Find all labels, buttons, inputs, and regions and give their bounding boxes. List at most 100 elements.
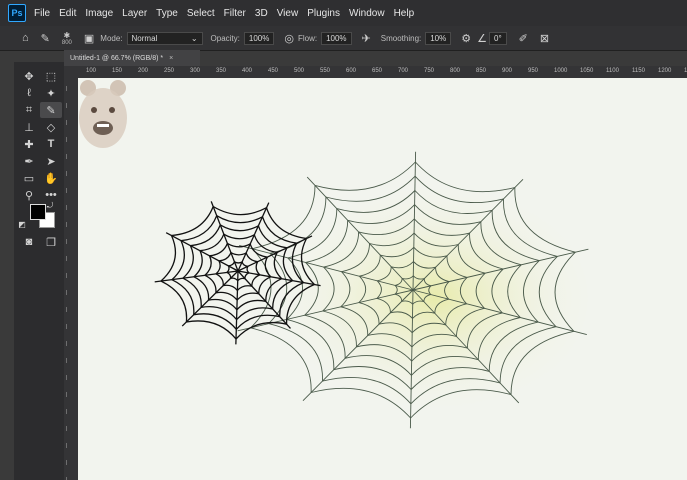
document-canvas[interactable] [78, 78, 687, 480]
close-icon[interactable]: × [169, 55, 173, 62]
brush-tool-preset-icon[interactable]: ✎ [41, 32, 50, 45]
opacity-field[interactable]: 100% [243, 31, 275, 45]
pressure-opacity-icon[interactable]: ◎ [284, 32, 294, 45]
brush-size-preview[interactable]: ✱ 800 [62, 31, 72, 46]
menu-help[interactable]: Help [394, 8, 415, 19]
eraser-tool-icon[interactable]: ◇ [40, 119, 62, 135]
ruler-label: 150 [112, 68, 123, 74]
ruler-tick: | [66, 171, 68, 177]
document-title: Untitled-1 @ 66.7% (RGB/8) * [70, 54, 164, 62]
menu-select[interactable]: Select [187, 8, 215, 19]
angle-icon: ∠ [477, 32, 487, 45]
lasso-tool-icon[interactable]: ℓ [18, 85, 40, 101]
angle-field[interactable]: 0° [489, 31, 507, 45]
gear-icon[interactable]: ⚙ [461, 32, 471, 45]
mode-value: Normal [131, 33, 158, 43]
menu-3d[interactable]: 3D [255, 8, 268, 19]
screen-mode-icon[interactable]: ❐ [40, 234, 62, 250]
ruler-tick: | [66, 443, 68, 449]
ruler-label: 200 [138, 68, 149, 74]
ruler-tick: | [66, 307, 68, 313]
tools-panel: ✥ ⬚ ℓ ✦ ⌗ ✎ ⊥ ◇ ✚ T ✒ ➤ ▭ ✋ ⚲ ••• ◩ ⤾ ◙ … [14, 62, 65, 480]
opacity-label: Opacity: [210, 33, 240, 43]
ruler-label: 800 [450, 68, 461, 74]
marquee-tool-icon[interactable]: ⬚ [40, 68, 62, 84]
ruler-label: 950 [528, 68, 539, 74]
hand-tool-icon[interactable]: ✋ [40, 170, 62, 186]
web-spoke [235, 270, 239, 345]
document-tab[interactable]: Untitled-1 @ 66.7% (RGB/8) * × [64, 50, 200, 66]
menu-edit[interactable]: Edit [59, 8, 76, 19]
ruler-tick: | [66, 392, 68, 398]
rectangle-tool-icon[interactable]: ▭ [18, 170, 40, 186]
ruler-label: 350 [216, 68, 227, 74]
ruler-label: 650 [372, 68, 383, 74]
ruler-label: 900 [502, 68, 513, 74]
home-icon[interactable]: ⌂ [22, 32, 29, 44]
pressure-size-icon[interactable]: ✐ [519, 32, 528, 45]
menu-file[interactable]: File [34, 8, 50, 19]
airbrush-icon[interactable]: ✈ [362, 32, 371, 45]
brush-size-value: 800 [61, 39, 72, 46]
menu-plugins[interactable]: Plugins [307, 8, 340, 19]
ruler-label: 1050 [580, 68, 594, 74]
flow-label: Flow: [297, 33, 318, 43]
crop-tool-icon[interactable]: ⌗ [18, 102, 40, 118]
ruler-tick: | [66, 137, 68, 143]
magic-wand-tool-icon[interactable]: ✦ [40, 85, 62, 101]
ruler-label: 550 [320, 68, 331, 74]
options-bar: ⌂ ✎ ✱ 800 ▣ Mode: Normal ⌄ Opacity: 100%… [0, 26, 687, 51]
ruler-tick: | [66, 188, 68, 194]
brush-settings-icon[interactable]: ▣ [84, 32, 94, 45]
flow-field[interactable]: 100% [321, 31, 352, 45]
brush-tip-icon: ✱ [63, 30, 71, 40]
move-tool-icon[interactable]: ✥ [18, 68, 40, 84]
pen-tool-icon[interactable]: ✒ [18, 153, 40, 169]
ruler-label: 250 [164, 68, 175, 74]
ruler-tick: | [66, 256, 68, 262]
stamp-tool-icon[interactable]: ⊥ [18, 119, 40, 135]
ruler-tick: | [66, 358, 68, 364]
menu-bar: Ps File Edit Image Layer Type Select Fil… [0, 0, 687, 26]
photoshop-logo[interactable]: Ps [8, 4, 26, 22]
ruler-label: 1000 [554, 68, 568, 74]
ruler-tick: | [66, 222, 68, 228]
ruler-label: 600 [346, 68, 357, 74]
ruler-tick: | [66, 375, 68, 381]
ruler-tick: | [66, 341, 68, 347]
photoshop-window: Ps File Edit Image Layer Type Select Fil… [0, 0, 687, 480]
heal-tool-icon[interactable]: ✚ [18, 136, 40, 152]
menu-view[interactable]: View [277, 8, 299, 19]
ruler-label: 500 [294, 68, 305, 74]
ruler-tick: | [66, 273, 68, 279]
mode-dropdown[interactable]: Normal ⌄ [126, 31, 203, 45]
ruler-tick: | [66, 290, 68, 296]
zoom-tool-icon[interactable]: ⚲ [18, 187, 40, 203]
chevron-down-icon: ⌄ [190, 33, 198, 43]
quick-mask-icon[interactable]: ◙ [18, 234, 40, 250]
swap-colors-icon[interactable]: ⤾ [44, 198, 56, 214]
smoothing-field[interactable]: 10% [425, 31, 452, 45]
path-selection-tool-icon[interactable]: ➤ [40, 153, 62, 169]
type-tool-icon[interactable]: T [40, 136, 62, 152]
mode-label: Mode: [100, 33, 123, 43]
brush-tool-icon[interactable]: ✎ [40, 102, 62, 118]
menu-type[interactable]: Type [156, 8, 178, 19]
menu-image[interactable]: Image [85, 8, 113, 19]
ruler-label: 1100 [606, 68, 619, 74]
ruler-tick: | [66, 103, 68, 109]
symmetry-icon[interactable]: ⊠ [540, 32, 549, 45]
menu-filter[interactable]: Filter [224, 8, 246, 19]
vertical-ruler[interactable]: | | | | | | | | | | | | | | | | | | | | | | | | [64, 78, 79, 480]
ruler-label: 100 [86, 68, 97, 74]
ruler-tick: | [66, 324, 68, 330]
ruler-tick: | [66, 460, 68, 466]
ruler-tick: | [66, 154, 68, 160]
menu-layer[interactable]: Layer [122, 8, 147, 19]
ruler-label: 300 [190, 68, 201, 74]
default-colors-icon[interactable]: ◩ [16, 216, 28, 232]
ruler-label: 400 [242, 68, 253, 74]
ruler-tick: | [66, 86, 68, 92]
ruler-label: 1150 [632, 68, 645, 74]
menu-window[interactable]: Window [349, 8, 385, 19]
